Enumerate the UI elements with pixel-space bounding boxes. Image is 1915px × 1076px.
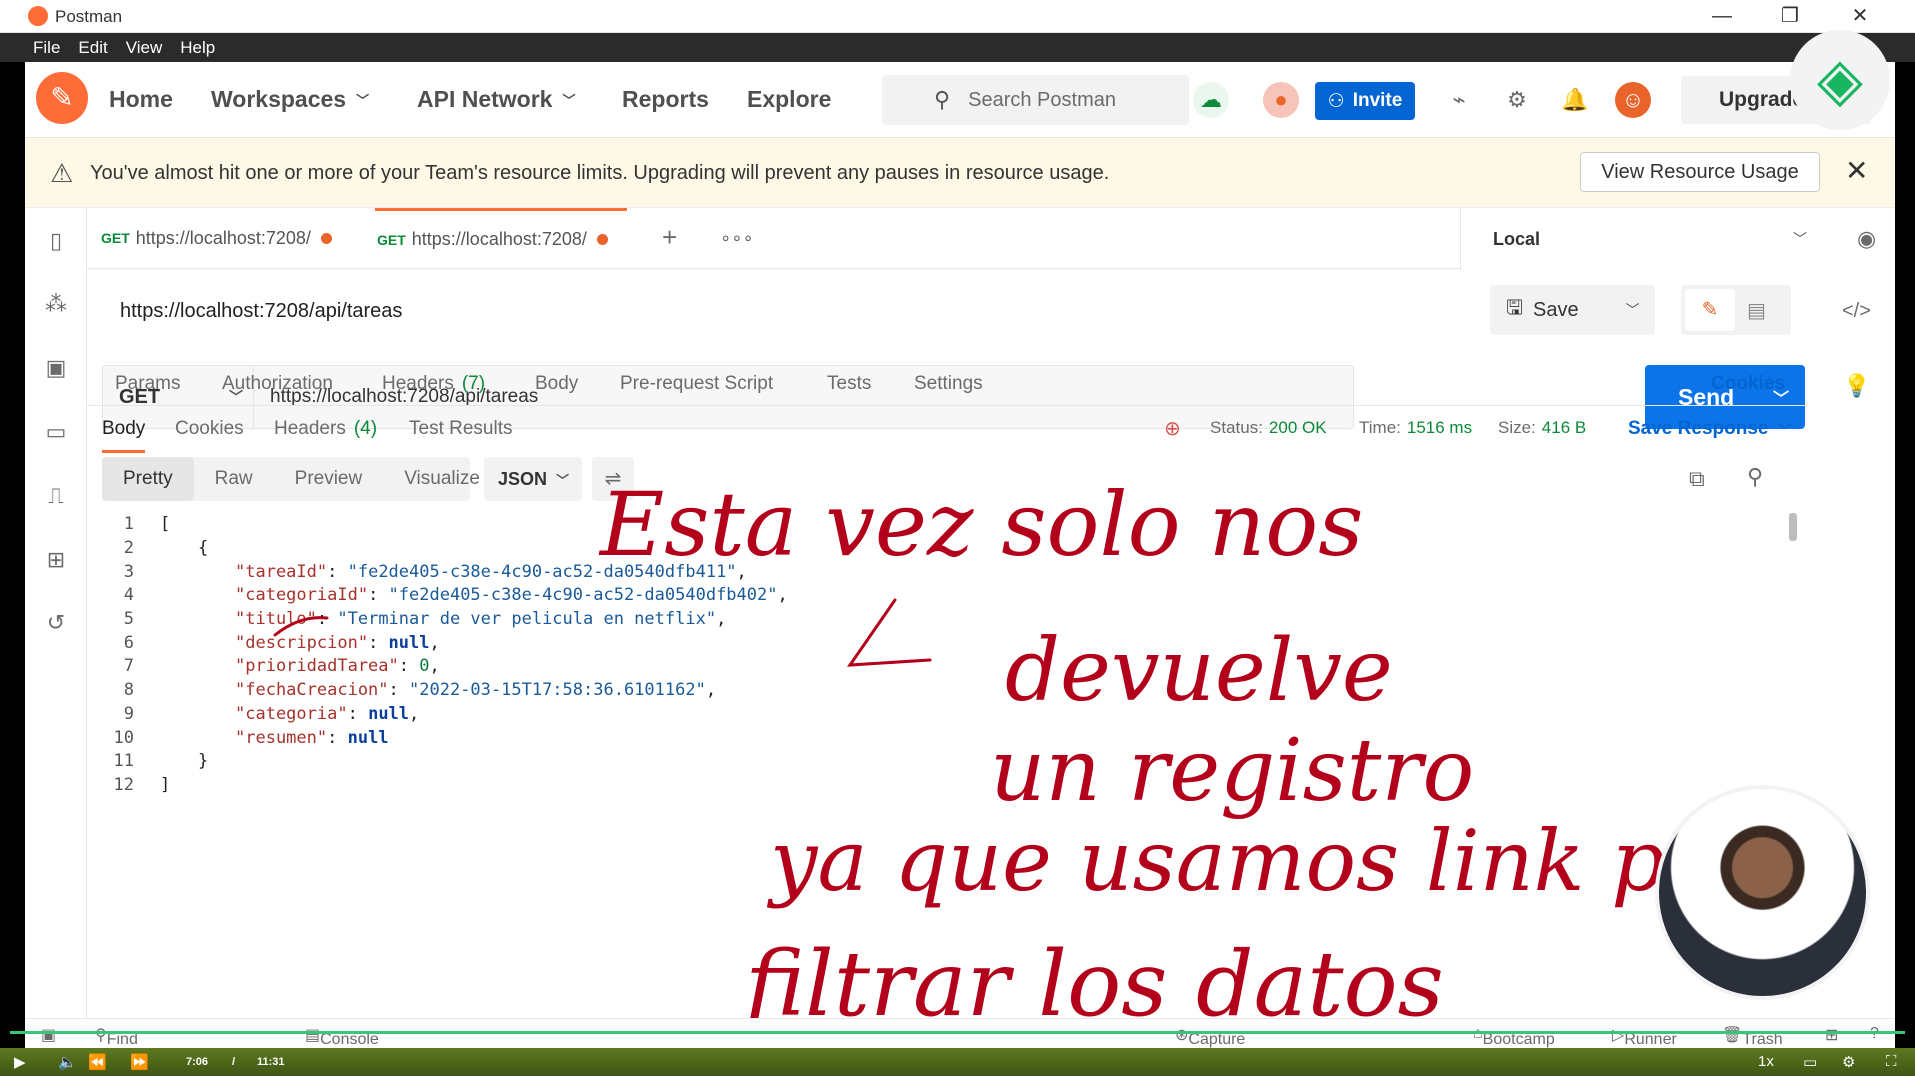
handwriting-line: un registro [990,721,1474,821]
bootcamp-button[interactable]: ⌂ Bootcamp [1473,1025,1555,1048]
duration: 11:31 [257,1056,285,1068]
handwriting-overlay: Esta vez solo nos devuelve un registro y… [273,473,1805,1037]
video-progress-bar[interactable] [10,1031,1905,1034]
runner-button[interactable]: ▷ Runner [1612,1025,1677,1048]
ink-arrow [847,598,932,667]
two-pane-icon[interactable]: ⊞ [1825,1025,1838,1045]
handwriting-line: devuelve [1005,621,1393,721]
volume-icon[interactable]: 🔈 [58,1053,77,1071]
time-separator: / [232,1056,236,1068]
play-icon[interactable]: ▶ [14,1053,26,1071]
rewind-icon[interactable]: ⏪ [88,1053,107,1071]
capture-button[interactable]: ⊛ Capture requests and cookies [1175,1025,1250,1076]
handwriting-line: ya que usamos link para [766,812,1805,910]
settings-gear-icon[interactable]: ⚙ [1842,1053,1855,1071]
trash-button[interactable]: 🗑 Trash [1722,1025,1783,1048]
find-replace-button[interactable]: ⚲ Find and Replace [95,1025,165,1076]
console-button[interactable]: ▤ Console [305,1025,379,1048]
playback-speed[interactable]: 1x [1758,1053,1774,1070]
current-time: 7:06 [186,1056,209,1068]
fullscreen-icon[interactable]: ⛶ [1886,1053,1897,1070]
help-icon[interactable]: ? [1870,1025,1879,1043]
fast-forward-icon[interactable]: ⏩ [130,1053,149,1071]
video-player-controls: ▶ 🔈 ⏪ ⏩ 7:06 / 11:31 1x ▭ ⚙ ⛶ [0,1048,1915,1076]
sidebar-toggle-icon[interactable]: ▣ [41,1025,56,1045]
ink-stroke [273,616,329,637]
miniplayer-icon[interactable]: ▭ [1803,1053,1817,1071]
handwriting-line: Esta vez solo nos [598,473,1363,576]
presenter-webcam [1655,785,1870,1000]
